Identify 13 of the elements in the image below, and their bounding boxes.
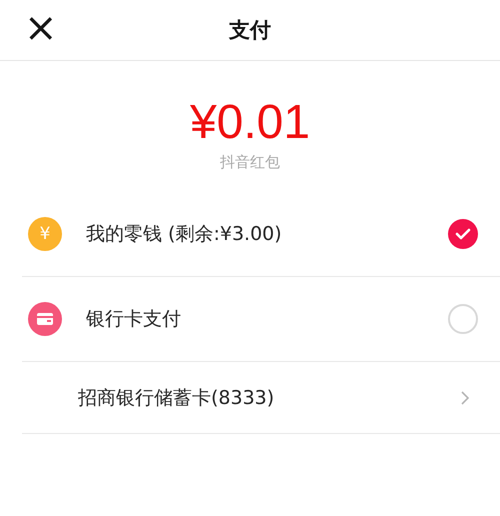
option-label[interactable]: 银行卡支付: [86, 306, 448, 332]
bank-card-label[interactable]: 招商银行储蓄卡(8333): [78, 384, 460, 410]
radio-button[interactable]: [448, 304, 478, 334]
card-icon: [28, 302, 62, 336]
payment-amount: ¥0.01: [190, 95, 310, 151]
page-title: 支付: [229, 17, 271, 44]
yen-icon: ¥: [28, 217, 62, 251]
radio-button[interactable]: [448, 219, 478, 249]
option-label[interactable]: 我的零钱 (剩余:¥3.00): [86, 221, 448, 247]
check-icon: [455, 228, 471, 240]
close-button[interactable]: ×: [20, 8, 62, 48]
chevron-icon: [460, 390, 470, 406]
amount-source: 抖音红包: [220, 153, 280, 172]
